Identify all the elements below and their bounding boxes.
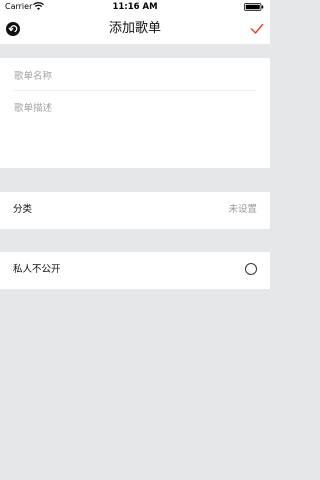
checkmark-icon[interactable] <box>250 22 264 36</box>
category-label: 分类 <box>13 204 33 215</box>
add-playlist-screen: Carrier 11:16 AM 添加歌单 分类 未设置 私人不 <box>0 0 270 480</box>
playlist-description-input[interactable] <box>14 100 256 160</box>
private-label: 私人不公开 <box>13 264 61 275</box>
category-row[interactable]: 分类 未设置 <box>0 192 270 229</box>
category-value: 未设置 <box>228 204 257 215</box>
page-title: 添加歌单 <box>108 21 161 36</box>
navigation-bar: 添加歌单 <box>0 14 270 44</box>
private-radio-button[interactable] <box>245 263 257 275</box>
playlist-info-form <box>0 58 270 168</box>
battery-icon <box>244 3 264 11</box>
status-bar: Carrier 11:16 AM <box>0 0 270 14</box>
playlist-name-input[interactable] <box>14 62 256 91</box>
private-toggle-row[interactable]: 私人不公开 <box>0 252 270 289</box>
clock-label: 11:16 AM <box>112 2 158 12</box>
